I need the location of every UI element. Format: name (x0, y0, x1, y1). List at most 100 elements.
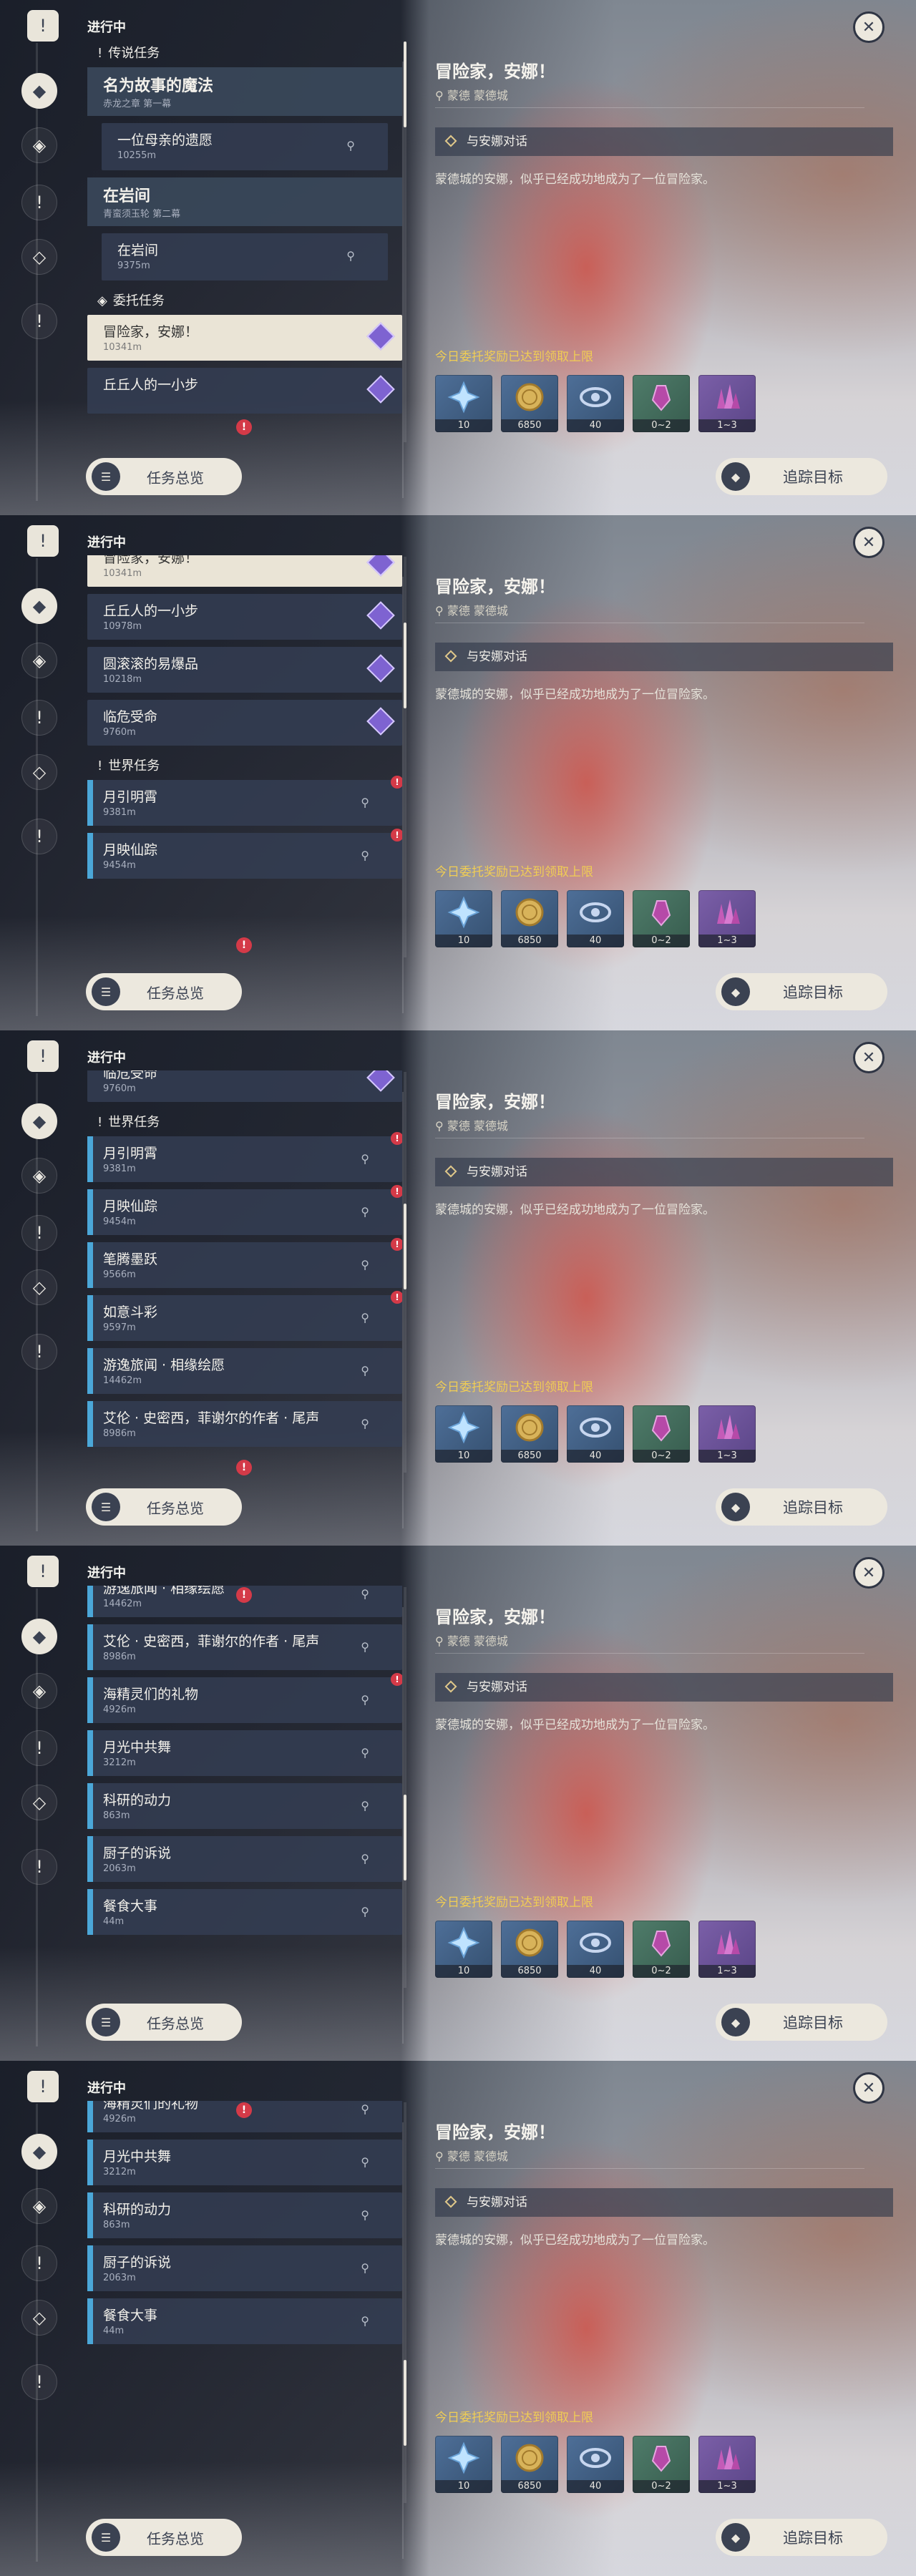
reward-item[interactable]: 1~3 (698, 375, 756, 432)
quest-overview-button[interactable]: ☰ 任务总览 (86, 1488, 242, 1526)
quest-item[interactable]: 月光中共舞 3212m ⚲ (87, 2140, 402, 2185)
reward-item[interactable]: 1~3 (698, 1921, 756, 1978)
world-quest-tab-icon[interactable]: ◇ (21, 1269, 57, 1305)
reward-item[interactable]: 6850 (501, 1405, 558, 1463)
reward-item[interactable]: 6850 (501, 375, 558, 432)
all-quests-tab-icon[interactable]: ◆ (21, 73, 57, 109)
quest-overview-button[interactable]: ☰ 任务总览 (86, 2519, 242, 2556)
all-quests-tab-icon[interactable]: ◆ (21, 1103, 57, 1139)
reward-item[interactable]: 40 (567, 2436, 624, 2493)
scrollbar-track[interactable] (404, 557, 406, 957)
quest-item[interactable]: 艾伦 · 史密西，菲谢尔的作者 · 尾声 8986m ⚲ (87, 1624, 402, 1670)
quest-item[interactable]: 艾伦 · 史密西，菲谢尔的作者 · 尾声 8986m ⚲ (87, 1401, 402, 1447)
reward-item[interactable]: 1~3 (698, 2436, 756, 2493)
quest-item[interactable]: 临危受命 9760m (87, 1070, 402, 1102)
quest-overview-button[interactable]: ☰ 任务总览 (86, 973, 242, 1010)
reward-item[interactable]: 40 (567, 1405, 624, 1463)
scrollbar-thumb[interactable] (404, 623, 406, 708)
quest-book-tab-icon[interactable]: ! (27, 2071, 59, 2102)
reward-item[interactable]: 6850 (501, 2436, 558, 2493)
reward-item[interactable]: 40 (567, 890, 624, 947)
quest-item[interactable]: 海精灵们的礼物 4926m ⚲! (87, 1673, 402, 1723)
archon-quest-tab-icon[interactable]: ! (21, 185, 57, 220)
world-quest-tab-icon[interactable]: ◇ (21, 239, 57, 275)
quest-item[interactable]: 冒险家，安娜！ 10341m (87, 555, 402, 587)
reward-item[interactable]: 40 (567, 375, 624, 432)
world-quest-tab-icon[interactable]: ◇ (21, 754, 57, 790)
quest-item[interactable]: 厨子的诉说 2063m ⚲ (87, 1836, 402, 1882)
scrollbar-track[interactable] (404, 1587, 406, 1988)
archon-quest-tab-icon[interactable]: ! (21, 2245, 57, 2281)
all-quests-tab-icon[interactable]: ◆ (21, 588, 57, 624)
quest-item[interactable]: 月引明霄 9381m ⚲! (87, 1132, 402, 1182)
reward-item[interactable]: 0~2 (633, 1405, 690, 1463)
track-objective-button[interactable]: ◆ 追踪目标 (716, 458, 887, 495)
quest-item[interactable]: 餐食大事 44m ⚲ (87, 2298, 402, 2344)
quest-chapter-header[interactable]: 名为故事的魔法 赤龙之章 第一幕 (87, 67, 402, 116)
quest-item[interactable]: 月映仙踪 9454m ⚲! (87, 829, 402, 879)
reward-item[interactable]: 1~3 (698, 1405, 756, 1463)
quest-item[interactable]: 月光中共舞 3212m ⚲ (87, 1730, 402, 1776)
reward-item[interactable]: 0~2 (633, 1921, 690, 1978)
quest-item[interactable]: 临危受命 9760m (87, 700, 402, 746)
quest-item[interactable]: 圆滚滚的易爆品 10218m (87, 647, 402, 693)
quest-book-tab-icon[interactable]: ! (27, 525, 59, 557)
track-objective-button[interactable]: ◆ 追踪目标 (716, 2004, 887, 2041)
story-quest-tab-icon[interactable]: ! (21, 1849, 57, 1885)
story-quest-tab-icon[interactable]: ! (21, 1334, 57, 1370)
reward-item[interactable]: 1~3 (698, 890, 756, 947)
quest-item[interactable]: 月映仙踪 9454m ⚲! (87, 1185, 402, 1235)
story-quest-tab-icon[interactable]: ! (21, 303, 57, 339)
reward-item[interactable]: 0~2 (633, 890, 690, 947)
quest-overview-button[interactable]: ☰ 任务总览 (86, 458, 242, 495)
reward-item[interactable]: 10 (435, 890, 492, 947)
archon-quest-tab-icon[interactable]: ! (21, 700, 57, 736)
quest-item[interactable]: 科研的动力 863m ⚲ (87, 1783, 402, 1829)
track-objective-button[interactable]: ◆ 追踪目标 (716, 1488, 887, 1526)
reward-item[interactable]: 10 (435, 375, 492, 432)
close-icon[interactable]: ✕ (853, 1557, 885, 1589)
reward-item[interactable]: 0~2 (633, 2436, 690, 2493)
archon-quest-tab-icon[interactable]: ! (21, 1730, 57, 1766)
quest-item[interactable]: 一位母亲的遗愿 10255m ⚲ (102, 123, 388, 170)
quest-item[interactable]: 餐食大事 44m ⚲ (87, 1889, 402, 1935)
close-icon[interactable]: ✕ (853, 1042, 885, 1073)
scrollbar-thumb[interactable] (404, 1795, 406, 1880)
quest-chapter-header[interactable]: 在岩间 青蛮须玉轮 第二幕 (87, 177, 402, 226)
quest-item[interactable]: 冒险家，安娜！ 10341m (87, 315, 402, 361)
archon-quest-tab-icon[interactable]: ! (21, 1215, 57, 1251)
quest-item[interactable]: 厨子的诉说 2063m ⚲ (87, 2245, 402, 2291)
quest-item[interactable]: 如意斗彩 9597m ⚲! (87, 1291, 402, 1341)
reward-item[interactable]: 6850 (501, 1921, 558, 1978)
scrollbar-thumb[interactable] (404, 42, 406, 127)
quest-item[interactable]: 在岩间 9375m ⚲ (102, 233, 388, 280)
world-quest-tab-icon[interactable]: ◇ (21, 1785, 57, 1820)
commission-tab-icon[interactable]: ◈ (21, 127, 57, 163)
quest-book-tab-icon[interactable]: ! (27, 1040, 59, 1072)
quest-item[interactable]: 丘丘人的一小步 10978m (87, 594, 402, 640)
world-quest-tab-icon[interactable]: ◇ (21, 2300, 57, 2336)
reward-item[interactable]: 10 (435, 1921, 492, 1978)
commission-tab-icon[interactable]: ◈ (21, 2188, 57, 2224)
track-objective-button[interactable]: ◆ 追踪目标 (716, 2519, 887, 2556)
all-quests-tab-icon[interactable]: ◆ (21, 1619, 57, 1654)
reward-item[interactable]: 0~2 (633, 375, 690, 432)
story-quest-tab-icon[interactable]: ! (21, 2364, 57, 2400)
story-quest-tab-icon[interactable]: ! (21, 819, 57, 854)
all-quests-tab-icon[interactable]: ◆ (21, 2134, 57, 2170)
quest-book-tab-icon[interactable]: ! (27, 10, 59, 42)
quest-item[interactable]: 月引明霄 9381m ⚲! (87, 776, 402, 826)
close-icon[interactable]: ✕ (853, 11, 885, 43)
quest-item[interactable]: 游逸旅闻 · 相缘绘愿 14462m ⚲ (87, 1348, 402, 1394)
reward-item[interactable]: 10 (435, 1405, 492, 1463)
commission-tab-icon[interactable]: ◈ (21, 643, 57, 678)
quest-item[interactable]: 笔腾墨跃 9566m ⚲! (87, 1238, 402, 1288)
commission-tab-icon[interactable]: ◈ (21, 1673, 57, 1709)
reward-item[interactable]: 40 (567, 1921, 624, 1978)
commission-tab-icon[interactable]: ◈ (21, 1158, 57, 1194)
scrollbar-thumb[interactable] (404, 2360, 406, 2446)
track-objective-button[interactable]: ◆ 追踪目标 (716, 973, 887, 1010)
quest-book-tab-icon[interactable]: ! (27, 1556, 59, 1587)
quest-item[interactable]: 丘丘人的一小步 (87, 368, 402, 414)
quest-overview-button[interactable]: ☰ 任务总览 (86, 2004, 242, 2041)
